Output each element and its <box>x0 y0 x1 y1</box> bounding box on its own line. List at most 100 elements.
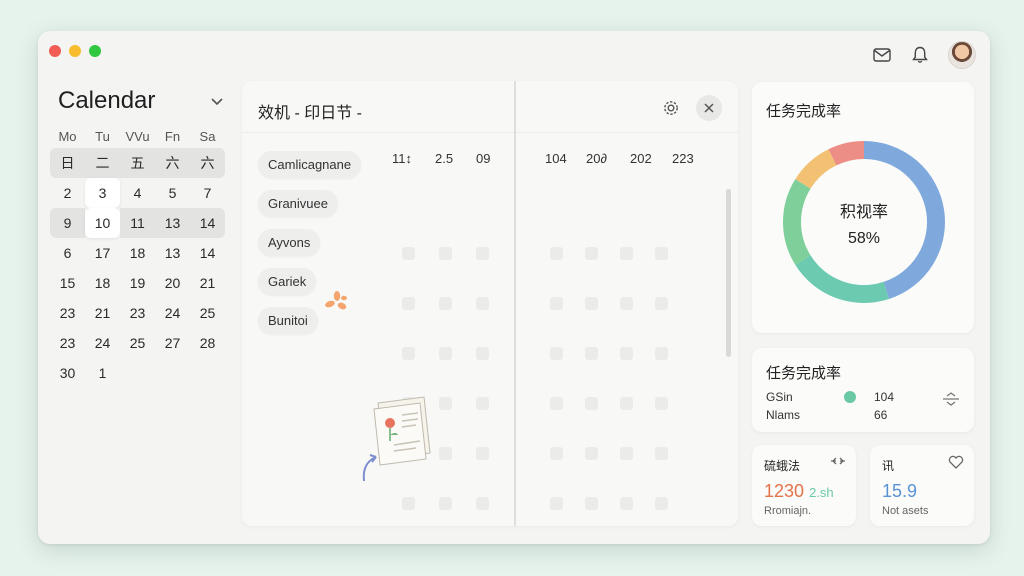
calendar-day[interactable]: 二 <box>85 148 120 178</box>
stat-value: 66 <box>874 408 888 422</box>
placeholder-cell <box>476 347 489 360</box>
tag-chip[interactable]: Bunitoi <box>258 307 318 334</box>
calendar-day[interactable] <box>120 358 155 388</box>
metric-subtitle: Rromiajn. <box>764 505 812 517</box>
placeholder-cell <box>655 397 668 410</box>
placeholder-cell <box>585 347 598 360</box>
weekday-label: VVu <box>125 129 150 144</box>
donut-center-label: 积视率 <box>839 204 888 221</box>
donut-segment <box>828 141 865 166</box>
placeholder-cell <box>402 247 415 260</box>
calendar-day[interactable]: 11 <box>120 208 155 238</box>
calendar-day[interactable] <box>155 358 190 388</box>
placeholder-cell <box>585 297 598 310</box>
chevron-down-icon[interactable] <box>210 96 224 106</box>
calendar-day[interactable]: 14 <box>190 208 225 238</box>
calendar-day[interactable]: 23 <box>50 298 85 328</box>
tag-chip[interactable]: Camlicagnane <box>258 151 362 178</box>
calendar-day[interactable]: 1 <box>85 358 120 388</box>
metric-title: 硫蛾法 <box>764 459 801 473</box>
calendar-day[interactable]: 20 <box>155 268 190 298</box>
calendar-day[interactable]: 25 <box>120 328 155 358</box>
calendar-day[interactable] <box>190 358 225 388</box>
tag-chip[interactable]: Ayvons <box>258 229 321 256</box>
app-window: Calendar Mo Tu VVu Fn Sa 日二五六六 2 3 4 5 7 9 10 11… <box>38 31 990 544</box>
placeholder-cell <box>620 447 633 460</box>
calendar-day[interactable]: 18 <box>85 268 120 298</box>
calendar-day[interactable]: 24 <box>155 298 190 328</box>
calendar-day[interactable]: 30 <box>50 358 85 388</box>
calendar-day[interactable]: 27 <box>155 328 190 358</box>
tag-chip[interactable]: Granivuee <box>258 190 338 217</box>
calendar-day[interactable]: 28 <box>190 328 225 358</box>
panel-split-divider[interactable] <box>514 81 516 526</box>
placeholder-cell <box>476 247 489 260</box>
metric-title: 讯 <box>882 459 895 473</box>
placeholder-cell <box>655 497 668 510</box>
calendar-day[interactable]: 19 <box>120 268 155 298</box>
calendar-day[interactable]: 24 <box>85 328 120 358</box>
flower-icon <box>325 291 347 310</box>
close-icon <box>704 103 714 113</box>
expand-collapse-icon[interactable] <box>942 392 960 406</box>
calendar-day[interactable]: 六 <box>155 148 190 178</box>
calendar-day[interactable]: 21 <box>85 298 120 328</box>
calendar-day[interactable]: 4 <box>120 178 155 208</box>
placeholder-cell <box>585 497 598 510</box>
bell-icon[interactable] <box>910 45 930 65</box>
maximize-window-button[interactable] <box>89 45 101 57</box>
calendar-day[interactable]: 6 <box>50 238 85 268</box>
weekday-label: Sa <box>199 129 216 144</box>
calendar-day[interactable]: 10 <box>85 208 120 238</box>
placeholder-cell <box>476 397 489 410</box>
placeholder-cell <box>585 397 598 410</box>
placeholder-cell <box>550 347 563 360</box>
completion-donut-chart: 积视率 58% <box>776 134 952 310</box>
calendar-day[interactable]: 15 <box>50 268 85 298</box>
placeholder-cell <box>550 247 563 260</box>
placeholder-cell <box>655 347 668 360</box>
placeholder-cell <box>655 247 668 260</box>
close-button[interactable] <box>696 95 722 121</box>
placeholder-cell <box>402 347 415 360</box>
calendar-day[interactable]: 日 <box>50 148 85 178</box>
calendar-day[interactable]: 23 <box>50 328 85 358</box>
stat-value: 104 <box>874 390 895 404</box>
tag-chip[interactable]: Gariek <box>258 268 317 295</box>
close-window-button[interactable] <box>49 45 61 57</box>
calendar-day[interactable]: 18 <box>120 238 155 268</box>
calendar-day[interactable]: 7 <box>190 178 225 208</box>
calendar-day[interactable]: 5 <box>155 178 190 208</box>
mail-icon[interactable] <box>872 45 892 65</box>
calendar-day[interactable]: 六 <box>190 148 225 178</box>
column-number: 2.5 <box>435 151 454 166</box>
minimize-window-button[interactable] <box>69 45 81 57</box>
column-number: 09 <box>476 151 491 166</box>
calendar-day[interactable]: 14 <box>190 238 225 268</box>
calendar-day[interactable]: 17 <box>85 238 120 268</box>
metric-unit: 2.sh <box>809 485 834 500</box>
calendar-day[interactable]: 21 <box>190 268 225 298</box>
main-title: 效机 - 印日节 - <box>258 105 362 122</box>
metric-card[interactable]: 硫蛾法 1230 2.sh Rromiajn. <box>752 445 856 526</box>
main-panel: 效机 - 印日节 - Camlicagnane Granivuee Ayvons… <box>242 81 738 526</box>
calendar-day[interactable]: 23 <box>120 298 155 328</box>
calendar-day[interactable]: 25 <box>190 298 225 328</box>
calendar-day[interactable]: 13 <box>155 208 190 238</box>
calendar-day[interactable]: 3 <box>85 178 120 208</box>
metric-card[interactable]: 讯 15.9 Not asets <box>870 445 974 526</box>
scrollbar[interactable] <box>726 189 731 357</box>
calendar-day[interactable]: 13 <box>155 238 190 268</box>
column-number: 202 <box>630 151 652 166</box>
calendar-day[interactable]: 2 <box>50 178 85 208</box>
settings-button[interactable] <box>658 95 684 121</box>
calendar-day[interactable]: 五 <box>120 148 155 178</box>
user-avatar[interactable] <box>948 41 976 69</box>
calendar-day[interactable]: 9 <box>50 208 85 238</box>
weekday-label: Mo <box>58 129 77 144</box>
weekday-label: Tu <box>95 129 110 144</box>
placeholder-cell <box>402 497 415 510</box>
column-number: 20∂ <box>586 151 607 166</box>
metric-subtitle: Not asets <box>882 505 929 517</box>
stats-card: 任务完成率 GSin Nlams 104 66 <box>752 348 974 432</box>
